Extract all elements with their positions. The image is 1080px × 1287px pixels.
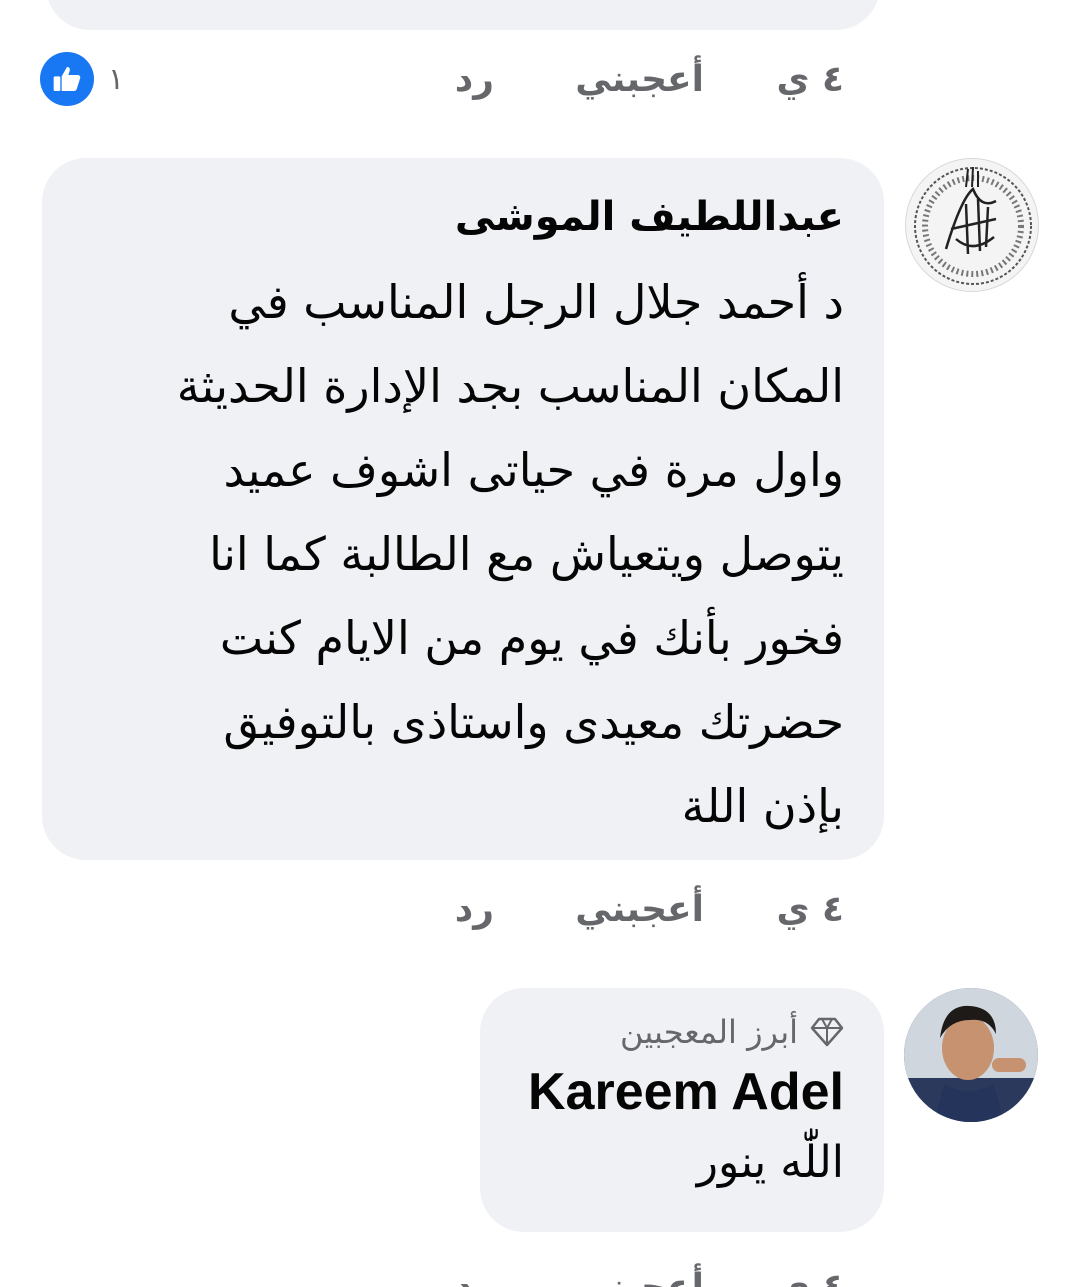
comment-bubble[interactable]: أبرز المعجبين Kareem Adel اللّٰه ينور	[480, 988, 884, 1232]
comment-line: المكان المناسب بجد الإدارة الحديثة	[176, 359, 844, 413]
comment-time: ٤ ي	[776, 1258, 844, 1287]
comment-line: واول مرة في حياتى اشوف عميد	[223, 443, 844, 497]
comment-author[interactable]: عبداللطيف الموشى	[72, 188, 844, 246]
comment-time: ٤ ي	[776, 59, 844, 100]
comment-line: يتوصل ويتعياش مع الطالبة كما انا	[209, 527, 844, 581]
profile-photo[interactable]	[904, 988, 1038, 1122]
calligraphy-avatar[interactable]	[905, 158, 1039, 292]
comment-author[interactable]: Kareem Adel	[510, 1060, 844, 1124]
comment-line: د أحمد جلال الرجل المناسب في	[228, 275, 844, 329]
comment-time: ٤ ي	[776, 889, 844, 930]
comment-bubble[interactable]: عبداللطيف الموشى د أحمد جلال الرجل المنا…	[42, 158, 884, 860]
like-button[interactable]: أعجبني	[575, 880, 704, 940]
reply-button[interactable]: رد	[455, 50, 494, 110]
previous-comment-actions: ٤ ي أعجبني رد	[440, 50, 844, 110]
comment-line: بإذن اللة	[681, 779, 844, 833]
comment-actions: ٤ ي أعجبني رد	[440, 880, 844, 940]
top-fan-badge: أبرز المعجبين	[510, 1012, 844, 1052]
like-icon[interactable]	[40, 52, 94, 106]
comment-actions: ٤ ي أعجبني رد	[440, 1258, 844, 1287]
comment-text: د أحمد جلال الرجل المناسب في المكان المن…	[72, 260, 844, 848]
like-button[interactable]: أعجبني	[575, 50, 704, 110]
previous-comment-bubble	[46, 0, 880, 30]
comment-text: اللّٰه ينور	[696, 1137, 844, 1188]
reply-button[interactable]: رد	[455, 1258, 494, 1287]
reaction-count[interactable]: ١	[108, 60, 124, 100]
top-fan-label: أبرز المعجبين	[620, 1013, 798, 1051]
comment-line: فخور بأنك في يوم من الايام كنت	[219, 611, 844, 665]
diamond-icon	[810, 1017, 844, 1047]
reply-button[interactable]: رد	[455, 880, 494, 940]
comment-line: حضرتك معيدى واستاذى بالتوفيق	[223, 695, 844, 749]
like-button[interactable]: أعجبني	[575, 1258, 704, 1287]
comments-screen: ٤ ي أعجبني رد ١ عبداللطيف الموشى د أحمد …	[0, 0, 1080, 1287]
